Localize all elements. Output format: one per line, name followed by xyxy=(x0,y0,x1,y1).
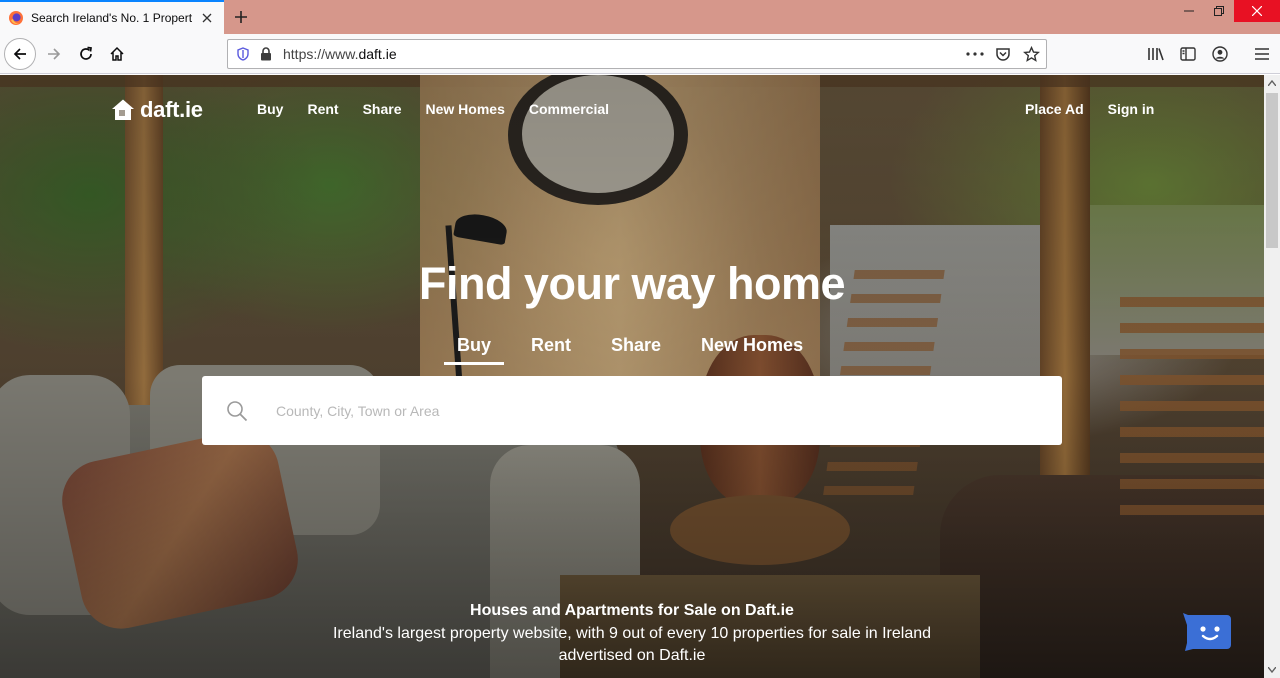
search-box[interactable] xyxy=(202,376,1062,445)
seo-heading: Houses and Apartments for Sale on Daft.i… xyxy=(470,602,794,619)
nav-commercial[interactable]: Commercial xyxy=(529,101,609,117)
account-icon[interactable] xyxy=(1210,44,1230,64)
arrow-left-icon xyxy=(13,48,26,60)
hamburger-menu-icon[interactable] xyxy=(1252,44,1272,64)
hero-title: Find your way home xyxy=(418,258,846,309)
seo-description: Ireland's largest property website, with… xyxy=(332,625,932,664)
search-tab-buy[interactable]: Buy xyxy=(444,333,505,365)
window-close-icon[interactable] xyxy=(1234,0,1280,22)
address-bar[interactable]: https://www.daft.ie xyxy=(227,39,1047,69)
more-dots-icon[interactable] xyxy=(966,45,984,63)
house-logo-icon xyxy=(112,99,134,120)
nav-share[interactable]: Share xyxy=(363,101,402,117)
chat-bot-icon[interactable] xyxy=(1183,613,1233,651)
reload-icon xyxy=(80,46,92,60)
place-ad-link[interactable]: Place Ad xyxy=(1025,101,1084,117)
home-icon xyxy=(110,46,124,61)
search-tab-share[interactable]: Share xyxy=(598,333,674,365)
tab-close-icon[interactable] xyxy=(198,9,216,27)
star-icon[interactable] xyxy=(1022,45,1040,63)
scroll-down-arrow-icon[interactable] xyxy=(1264,662,1280,678)
scrollbar-thumb[interactable] xyxy=(1266,93,1278,248)
search-tab-new-homes[interactable]: New Homes xyxy=(688,333,816,365)
search-input[interactable] xyxy=(276,402,446,419)
arrow-right-icon xyxy=(48,48,61,60)
back-button[interactable] xyxy=(4,38,36,70)
daft-logo[interactable]: daft.ie xyxy=(111,97,203,123)
new-tab-button[interactable] xyxy=(228,4,254,30)
reload-button[interactable] xyxy=(70,38,102,70)
scroll-up-arrow-icon[interactable] xyxy=(1264,75,1280,91)
url-host: daft.ie xyxy=(358,46,397,62)
library-icon[interactable] xyxy=(1146,44,1166,64)
account-navigation: Place Ad Sign in xyxy=(1025,101,1154,117)
search-tab-rent[interactable]: Rent xyxy=(518,333,584,365)
page-scrollbar[interactable] xyxy=(1264,75,1280,678)
sign-in-link[interactable]: Sign in xyxy=(1108,101,1155,117)
firefox-favicon-icon xyxy=(9,11,23,25)
main-navigation: Buy Rent Share New Homes Commercial xyxy=(257,101,609,117)
nav-rent[interactable]: Rent xyxy=(307,101,338,117)
nav-buy[interactable]: Buy xyxy=(257,101,283,117)
forward-button[interactable] xyxy=(38,38,70,70)
browser-toolbar: https://www.daft.ie xyxy=(0,34,1280,74)
page-content: daft.ie Buy Rent Share New Homes Commerc… xyxy=(0,75,1264,678)
tracking-protection-shield-icon[interactable] xyxy=(235,46,251,62)
lock-icon[interactable] xyxy=(259,47,273,61)
tab-title: Search Ireland's No. 1 Property xyxy=(31,11,192,25)
pocket-icon[interactable] xyxy=(994,45,1012,63)
search-tabs: Buy Rent Share New Homes xyxy=(444,333,830,367)
logo-text: daft.ie xyxy=(140,97,203,122)
home-button[interactable] xyxy=(101,38,133,70)
search-icon xyxy=(227,400,248,421)
browser-titlebar: Search Ireland's No. 1 Property xyxy=(0,0,1280,34)
url-prefix: https://www. xyxy=(283,46,359,62)
sidebar-icon[interactable] xyxy=(1178,44,1198,64)
browser-tab[interactable]: Search Ireland's No. 1 Property xyxy=(0,0,224,34)
nav-new-homes[interactable]: New Homes xyxy=(426,101,505,117)
url-text[interactable]: https://www.daft.ie xyxy=(283,46,966,62)
